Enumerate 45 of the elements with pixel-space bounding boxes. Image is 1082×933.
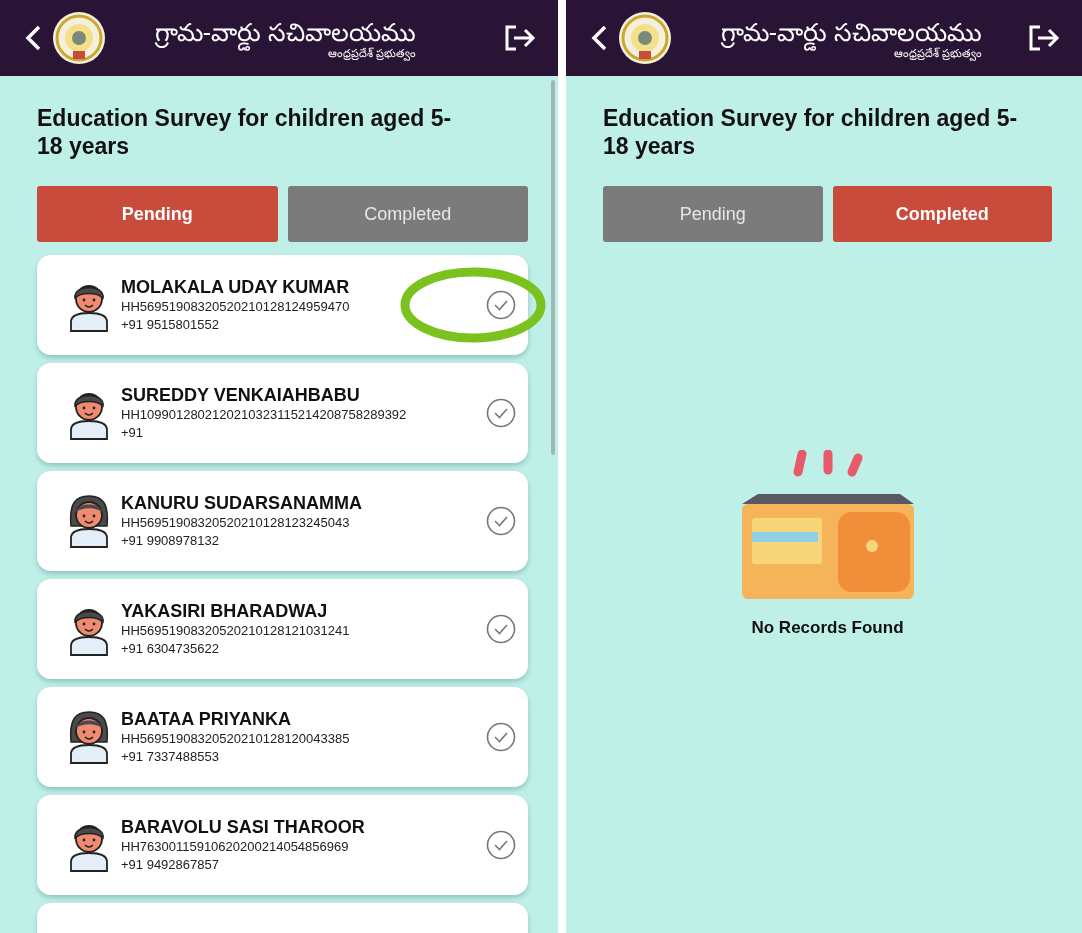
check-circle-icon[interactable] bbox=[486, 614, 516, 644]
app-subtitle: ఆంధ్రప్రదేశ్ ప్రభుత్వం bbox=[893, 46, 982, 60]
phone-number: +91 bbox=[121, 423, 145, 442]
status-tab[interactable]: Pending bbox=[37, 186, 278, 242]
phone-number: +91 7337488553 bbox=[121, 747, 220, 766]
emblem-logo bbox=[52, 11, 106, 65]
empty-message: No Records Found bbox=[751, 618, 904, 638]
check-circle-icon[interactable] bbox=[486, 506, 516, 536]
back-button[interactable] bbox=[24, 24, 42, 52]
child-name: KANURU SUDARSANAMMA bbox=[121, 492, 363, 514]
logout-button[interactable] bbox=[504, 24, 536, 52]
household-id: HH56951908320520210128120043385 bbox=[121, 729, 351, 748]
girl-avatar-icon bbox=[67, 710, 111, 764]
household-id: HH1099012802120210323115214208758289392 bbox=[121, 405, 408, 424]
record-card[interactable]: SUREDDY VENKAIAHBABU HH1099012802120210323115214208758289392 +91 bbox=[37, 363, 528, 463]
girl-avatar-icon bbox=[67, 494, 111, 548]
household-id: HH56951908320520210128121031241 bbox=[121, 621, 351, 640]
app-subtitle: ఆంధ్రప్రదేశ్ ప్రభుత్వం bbox=[327, 46, 416, 60]
check-circle-icon[interactable] bbox=[486, 398, 516, 428]
back-button[interactable] bbox=[590, 24, 608, 52]
phone-number: +91 6304735622 bbox=[121, 639, 220, 658]
child-name: BAATAA PRIYANKA bbox=[121, 708, 292, 730]
child-name: BARAVOLU SASI THAROOR bbox=[121, 816, 366, 838]
phone-number: +91 9908978132 bbox=[121, 531, 220, 550]
check-circle-icon[interactable] bbox=[486, 830, 516, 860]
household-id: HH56951908320520210128124959470 bbox=[121, 297, 351, 316]
record-card[interactable]: YAKASIRI BHARADWAJ HH56951908320520210128121031241 +91 6304735622 bbox=[37, 579, 528, 679]
child-name: MOLAKALA UDAY KUMAR bbox=[121, 276, 351, 298]
phone-number: +91 9515801552 bbox=[121, 315, 220, 334]
status-tab[interactable]: Completed bbox=[832, 186, 1052, 242]
record-card[interactable]: BAATAA PRIYANKA HH56951908320520210128120043385 +91 7337488553 bbox=[37, 687, 528, 787]
record-card[interactable]: BARAVOLU SASI THAROOR HH76300115910620200214054856969 +91 9492867857 bbox=[37, 795, 528, 895]
check-circle-icon[interactable] bbox=[486, 290, 516, 320]
household-id: HH56951908320520210128123245043 bbox=[121, 513, 351, 532]
page-heading: Education Survey for children aged 5-18 years bbox=[37, 104, 453, 160]
check-circle-icon[interactable] bbox=[486, 722, 516, 752]
page-heading: Education Survey for children aged 5-18 years bbox=[603, 104, 1019, 160]
record-card[interactable]: MOLAKALA UDAY KUMAR HH56951908320520210128124959470 +91 9515801552 bbox=[37, 255, 528, 355]
child-name: SUREDDY VENKAIAHBABU bbox=[121, 384, 361, 406]
child-name: YAKASIRI BHARADWAJ bbox=[121, 600, 329, 622]
phone-number: +91 9492867857 bbox=[121, 855, 220, 874]
logout-button[interactable] bbox=[1028, 24, 1060, 52]
emblem-logo bbox=[618, 11, 672, 65]
household-id: HH76300115910620200214054856969 bbox=[121, 837, 350, 856]
record-card[interactable]: KANURU SUDARSANAMMA HH56951908320520210128123245043 +91 9908978132 bbox=[37, 471, 528, 571]
